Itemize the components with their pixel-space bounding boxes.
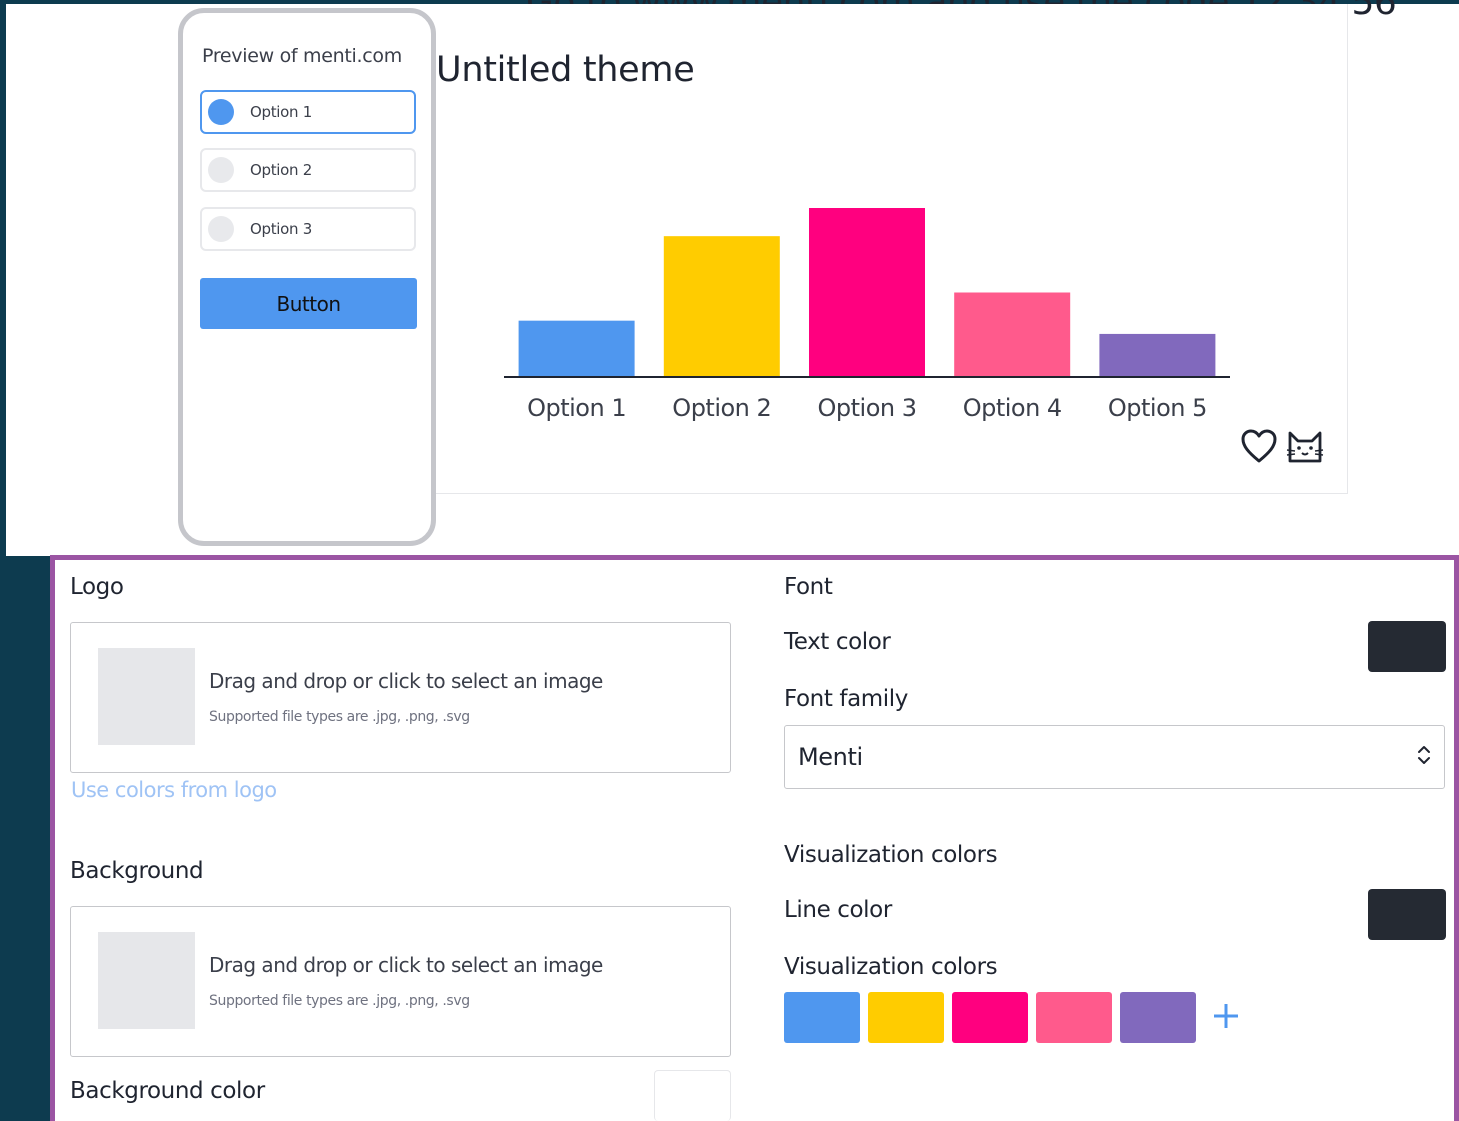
radio-selected-icon <box>208 99 234 125</box>
background-thumbnail <box>98 932 195 1029</box>
chart-bar-3 <box>809 208 925 377</box>
chart-bar-4 <box>954 292 1071 377</box>
text-color-label: Text color <box>784 629 891 655</box>
background-heading: Background <box>70 858 204 884</box>
background-color-swatch[interactable] <box>654 1070 731 1121</box>
use-colors-from-logo-link[interactable]: Use colors from logo <box>71 778 277 802</box>
chart-bar-1 <box>518 320 635 377</box>
cat-icon[interactable] <box>1286 428 1324 468</box>
background-color-label: Background color <box>70 1078 265 1104</box>
line-color-swatch[interactable] <box>1368 889 1446 940</box>
background-dropzone-hint: Supported file types are .jpg, .png, .sv… <box>209 993 470 1009</box>
font-heading: Font <box>784 574 833 600</box>
chart-category-label-2: Option 2 <box>672 394 771 422</box>
background-dropzone[interactable]: Drag and drop or click to select an imag… <box>70 906 731 1057</box>
phone-option-label: Option 2 <box>250 161 312 179</box>
line-color-label: Line color <box>784 897 892 923</box>
text-color-swatch[interactable] <box>1368 621 1446 672</box>
visualization-color-swatch-1[interactable] <box>784 992 860 1043</box>
font-family-value: Menti <box>798 743 863 771</box>
phone-option-2[interactable]: Option 2 <box>200 148 416 192</box>
font-family-label: Font family <box>784 686 908 712</box>
chart-category-label-3: Option 3 <box>818 394 917 422</box>
chevron-up-down-icon <box>1416 744 1432 770</box>
reaction-icons <box>1240 428 1324 468</box>
logo-dropzone-hint: Supported file types are .jpg, .png, .sv… <box>209 709 470 725</box>
radio-unselected-icon <box>208 216 234 242</box>
logo-heading: Logo <box>70 574 124 600</box>
plus-icon <box>1211 1001 1241 1035</box>
add-color-button[interactable] <box>1206 992 1246 1043</box>
chart-category-label-5: Option 5 <box>1108 394 1207 422</box>
visualization-color-swatch-2[interactable] <box>868 992 944 1043</box>
logo-dropzone-text: Drag and drop or click to select an imag… <box>209 669 603 693</box>
chart-category-label-4: Option 4 <box>963 394 1062 422</box>
phone-preview-title: Preview of menti.com <box>202 45 402 67</box>
phone-option-3[interactable]: Option 3 <box>200 207 416 251</box>
phone-option-label: Option 3 <box>250 220 312 238</box>
visualization-colors-label: Visualization colors <box>784 954 998 980</box>
font-family-select[interactable]: Menti <box>784 725 1445 789</box>
heart-icon[interactable] <box>1240 428 1278 468</box>
background-dropzone-text: Drag and drop or click to select an imag… <box>209 953 603 977</box>
phone-option-1[interactable]: Option 1 <box>200 90 416 134</box>
chart-bar-5 <box>1099 333 1216 377</box>
logo-dropzone[interactable]: Drag and drop or click to select an imag… <box>70 622 731 773</box>
phone-preview-button[interactable]: Button <box>200 278 417 329</box>
visualization-color-swatches <box>784 992 1246 1043</box>
visualization-color-swatch-4[interactable] <box>1036 992 1112 1043</box>
visualization-color-swatch-5[interactable] <box>1120 992 1196 1043</box>
phone-preview: Preview of menti.com Option 1 Option 2 O… <box>178 8 436 546</box>
phone-option-label: Option 1 <box>250 103 312 121</box>
chart-bar-2 <box>663 236 780 377</box>
theme-settings-panel: Logo Drag and drop or click to select an… <box>50 555 1459 1121</box>
visualization-color-swatch-3[interactable] <box>952 992 1028 1043</box>
chart-category-label-1: Option 1 <box>527 394 626 422</box>
radio-unselected-icon <box>208 157 234 183</box>
logo-thumbnail <box>98 648 195 745</box>
visualization-colors-heading: Visualization colors <box>784 842 998 868</box>
